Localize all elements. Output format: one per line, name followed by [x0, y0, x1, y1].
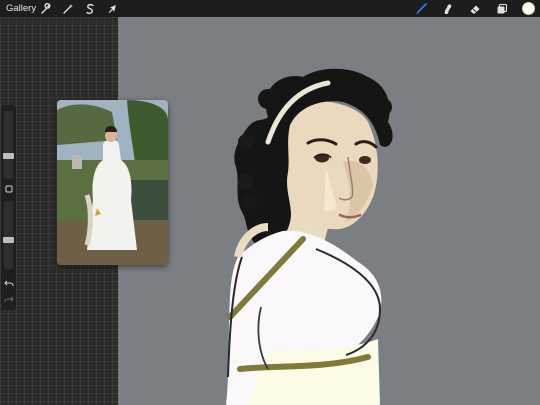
brush-size-thumb[interactable]: [3, 153, 14, 159]
arrow-cursor-icon[interactable]: [104, 1, 119, 16]
color-picker-swatch[interactable]: [522, 2, 535, 15]
opacity-thumb[interactable]: [3, 237, 14, 243]
opacity-slider[interactable]: [3, 201, 14, 269]
reference-image-window[interactable]: [57, 100, 168, 265]
top-toolbar: Gallery: [0, 0, 540, 17]
artwork: [226, 68, 393, 405]
reference-painting: [57, 100, 168, 265]
brush-size-slider[interactable]: [3, 111, 14, 179]
magic-wand-icon[interactable]: [60, 1, 75, 16]
layers-icon[interactable]: [494, 1, 509, 16]
wrench-icon[interactable]: [38, 1, 53, 16]
modify-square-icon[interactable]: [3, 183, 14, 194]
selection-s-icon[interactable]: [82, 1, 97, 16]
eraser-icon[interactable]: [467, 1, 482, 16]
left-sidebar: [1, 105, 16, 310]
drawing-canvas[interactable]: [118, 17, 540, 405]
brush-icon[interactable]: [413, 1, 428, 16]
smudge-icon[interactable]: [440, 1, 455, 16]
undo-icon[interactable]: [3, 277, 14, 288]
gallery-button[interactable]: Gallery: [6, 2, 36, 15]
redo-icon[interactable]: [3, 293, 14, 304]
